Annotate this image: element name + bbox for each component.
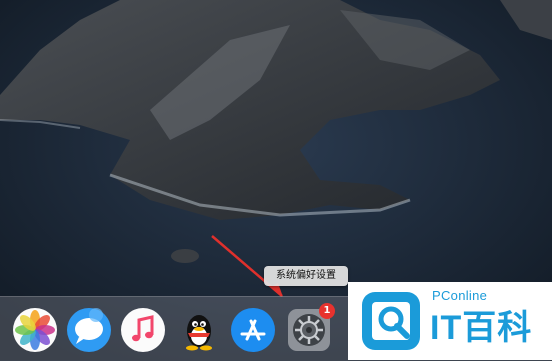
music-icon <box>121 308 165 352</box>
dock-item-messages[interactable] <box>66 307 112 353</box>
pconline-logo-icon <box>362 292 420 350</box>
dock-item-app-store[interactable] <box>230 307 276 353</box>
dock-item-photos[interactable] <box>12 307 58 353</box>
dock-item-qq[interactable] <box>176 307 222 353</box>
messages-icon <box>67 308 111 352</box>
dock-item-system-preferences[interactable]: 1 <box>286 303 335 353</box>
dock-item-music[interactable] <box>120 307 166 353</box>
qq-icon <box>186 315 212 351</box>
dock-tooltip: 系统偏好设置 <box>264 266 348 286</box>
watermark: PConline IT百科 <box>348 282 552 360</box>
notification-badge: 1 <box>319 303 335 319</box>
watermark-title: IT百科 <box>430 309 533 347</box>
watermark-brand: PConline <box>432 288 488 303</box>
photos-icon <box>13 308 57 352</box>
app-store-icon <box>231 308 275 352</box>
